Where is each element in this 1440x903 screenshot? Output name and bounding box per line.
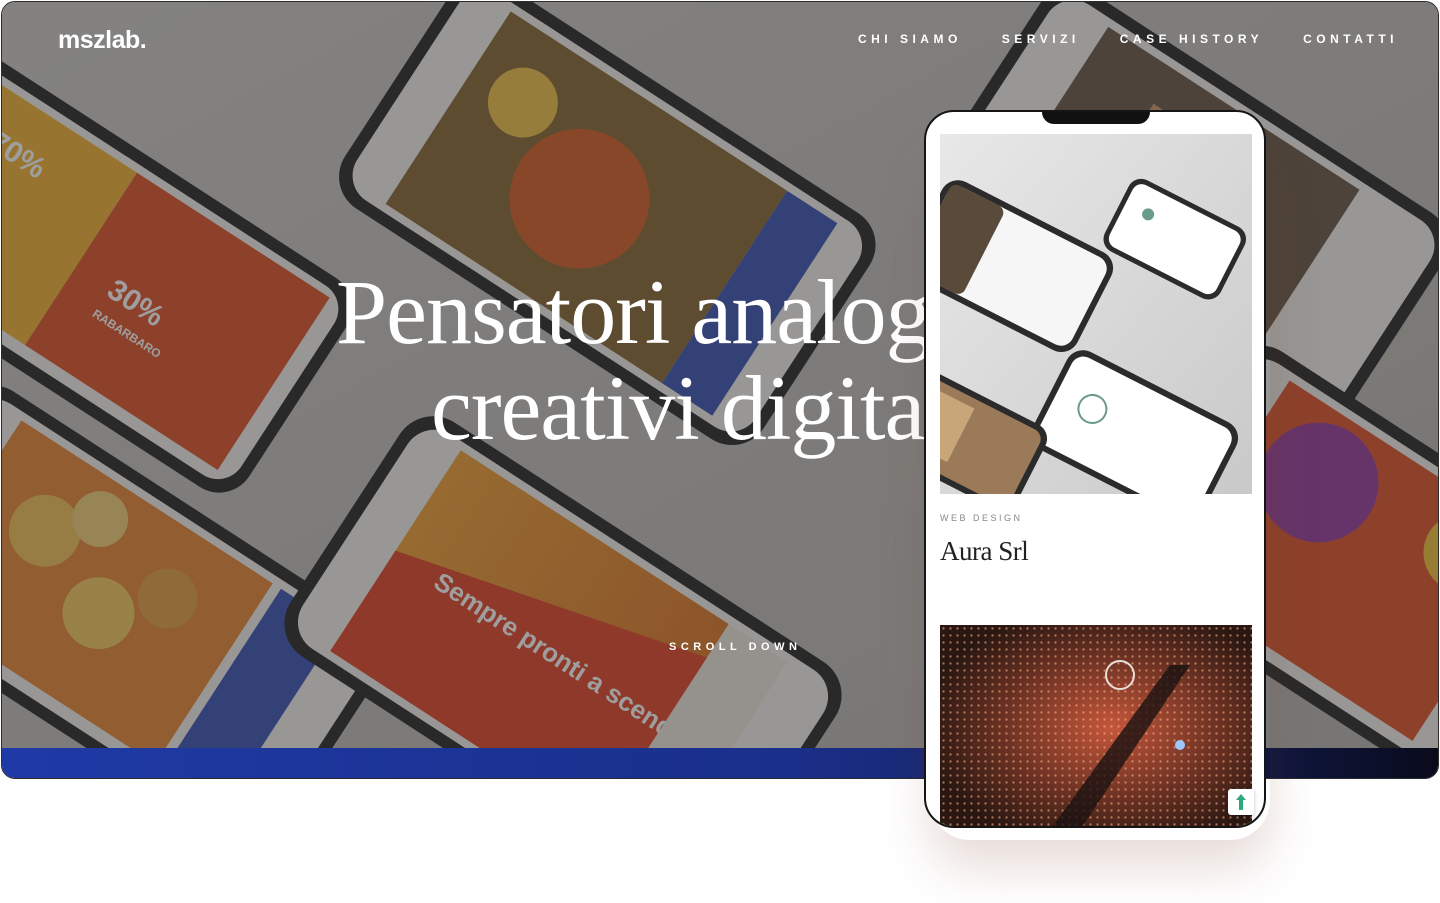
scroll-down-link[interactable]: SCROLL DOWN [669,641,801,653]
arrow-up-icon [1236,794,1246,810]
case-study-thumbnail[interactable] [940,625,1252,828]
hero-headline: Pensatori analogici, creativi digitali. [336,264,1438,459]
hero-headline-line-2: creativi digitali. [431,357,996,459]
card-category: WEB DESIGN [940,513,1023,523]
nav-link-chi-siamo[interactable]: CHI SIAMO [858,32,962,46]
scroll-to-top-button[interactable] [1228,789,1254,815]
mobile-preview: WEB DESIGN Aura Srl [924,110,1266,828]
nav-link-contatti[interactable]: CONTATTI [1303,32,1398,46]
phone-notch [1042,112,1150,124]
nav-link-case-history[interactable]: CASE HISTORY [1120,32,1263,46]
main-nav: CHI SIAMO SERVIZI CASE HISTORY CONTATTI [858,32,1394,46]
card-title[interactable]: Aura Srl [940,536,1029,567]
nav-link-servizi[interactable]: SERVIZI [1002,32,1080,46]
site-logo[interactable]: mszlab. [58,26,147,55]
aura-srl-thumbnail[interactable] [940,134,1252,494]
